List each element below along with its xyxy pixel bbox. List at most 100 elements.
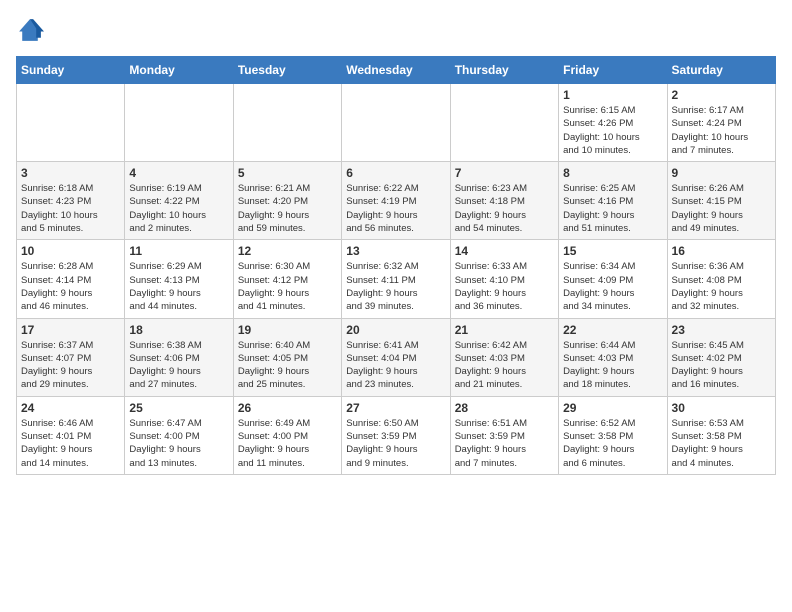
day-info: Sunrise: 6:41 AM Sunset: 4:04 PM Dayligh… [346,339,445,392]
day-number: 10 [21,244,120,258]
day-number: 19 [238,323,337,337]
calendar-cell [342,84,450,162]
day-info: Sunrise: 6:22 AM Sunset: 4:19 PM Dayligh… [346,182,445,235]
day-info: Sunrise: 6:18 AM Sunset: 4:23 PM Dayligh… [21,182,120,235]
day-info: Sunrise: 6:32 AM Sunset: 4:11 PM Dayligh… [346,260,445,313]
calendar-cell: 13 Sunrise: 6:32 AM Sunset: 4:11 PM Dayli… [342,240,450,318]
week-row-1: 1 Sunrise: 6:15 AM Sunset: 4:26 PM Daylig… [17,84,776,162]
day-number: 20 [346,323,445,337]
calendar-cell: 17 Sunrise: 6:37 AM Sunset: 4:07 PM Dayli… [17,318,125,396]
day-number: 14 [455,244,554,258]
calendar-cell [125,84,233,162]
day-number: 23 [672,323,771,337]
calendar-cell: 10Sunrise: 6:28 AM Sunset: 4:14 PM Dayli… [17,240,125,318]
day-info: Sunrise: 6:51 AM Sunset: 3:59 PM Dayligh… [455,417,554,470]
weekday-header-monday: Monday [125,57,233,84]
day-info: Sunrise: 6:53 AM Sunset: 3:58 PM Dayligh… [672,417,771,470]
day-number: 25 [129,401,228,415]
day-number: 30 [672,401,771,415]
calendar-cell: 29 Sunrise: 6:52 AM Sunset: 3:58 PM Dayli… [559,396,667,474]
calendar-cell: 11 Sunrise: 6:29 AM Sunset: 4:13 PM Dayli… [125,240,233,318]
page-header [16,16,776,44]
calendar-cell: 18 Sunrise: 6:38 AM Sunset: 4:06 PM Dayli… [125,318,233,396]
calendar-cell: 25 Sunrise: 6:47 AM Sunset: 4:00 PM Dayli… [125,396,233,474]
weekday-header-friday: Friday [559,57,667,84]
calendar-cell: 16 Sunrise: 6:36 AM Sunset: 4:08 PM Dayli… [667,240,775,318]
calendar-cell: 7 Sunrise: 6:23 AM Sunset: 4:18 PM Daylig… [450,162,558,240]
day-number: 24 [21,401,120,415]
day-info: Sunrise: 6:26 AM Sunset: 4:15 PM Dayligh… [672,182,771,235]
day-number: 18 [129,323,228,337]
day-number: 9 [672,166,771,180]
week-row-3: 10Sunrise: 6:28 AM Sunset: 4:14 PM Dayli… [17,240,776,318]
day-info: Sunrise: 6:38 AM Sunset: 4:06 PM Dayligh… [129,339,228,392]
calendar-cell [233,84,341,162]
weekday-header-row: SundayMondayTuesdayWednesdayThursdayFrid… [17,57,776,84]
logo [16,16,48,44]
calendar-cell: 22 Sunrise: 6:44 AM Sunset: 4:03 PM Dayli… [559,318,667,396]
day-info: Sunrise: 6:17 AM Sunset: 4:24 PM Dayligh… [672,104,771,157]
calendar-cell [17,84,125,162]
weekday-header-sunday: Sunday [17,57,125,84]
day-number: 16 [672,244,771,258]
calendar-cell: 24 Sunrise: 6:46 AM Sunset: 4:01 PM Dayli… [17,396,125,474]
day-number: 2 [672,88,771,102]
day-number: 15 [563,244,662,258]
calendar-cell: 1 Sunrise: 6:15 AM Sunset: 4:26 PM Daylig… [559,84,667,162]
day-number: 13 [346,244,445,258]
weekday-header-wednesday: Wednesday [342,57,450,84]
calendar-cell: 3 Sunrise: 6:18 AM Sunset: 4:23 PM Daylig… [17,162,125,240]
calendar-cell: 30 Sunrise: 6:53 AM Sunset: 3:58 PM Dayli… [667,396,775,474]
day-number: 6 [346,166,445,180]
day-number: 3 [21,166,120,180]
calendar-cell: 4 Sunrise: 6:19 AM Sunset: 4:22 PM Daylig… [125,162,233,240]
day-info: Sunrise: 6:47 AM Sunset: 4:00 PM Dayligh… [129,417,228,470]
day-number: 5 [238,166,337,180]
day-info: Sunrise: 6:52 AM Sunset: 3:58 PM Dayligh… [563,417,662,470]
day-number: 4 [129,166,228,180]
calendar-cell: 27Sunrise: 6:50 AM Sunset: 3:59 PM Dayli… [342,396,450,474]
day-info: Sunrise: 6:23 AM Sunset: 4:18 PM Dayligh… [455,182,554,235]
weekday-header-thursday: Thursday [450,57,558,84]
day-number: 1 [563,88,662,102]
day-info: Sunrise: 6:34 AM Sunset: 4:09 PM Dayligh… [563,260,662,313]
calendar-cell: 15 Sunrise: 6:34 AM Sunset: 4:09 PM Dayli… [559,240,667,318]
calendar-cell: 19Sunrise: 6:40 AM Sunset: 4:05 PM Dayli… [233,318,341,396]
day-info: Sunrise: 6:45 AM Sunset: 4:02 PM Dayligh… [672,339,771,392]
calendar-cell: 28 Sunrise: 6:51 AM Sunset: 3:59 PM Dayli… [450,396,558,474]
week-row-4: 17 Sunrise: 6:37 AM Sunset: 4:07 PM Dayli… [17,318,776,396]
day-info: Sunrise: 6:15 AM Sunset: 4:26 PM Dayligh… [563,104,662,157]
day-number: 21 [455,323,554,337]
day-info: Sunrise: 6:42 AM Sunset: 4:03 PM Dayligh… [455,339,554,392]
calendar-cell: 20 Sunrise: 6:41 AM Sunset: 4:04 PM Dayli… [342,318,450,396]
day-number: 29 [563,401,662,415]
day-number: 26 [238,401,337,415]
day-number: 11 [129,244,228,258]
day-info: Sunrise: 6:30 AM Sunset: 4:12 PM Dayligh… [238,260,337,313]
calendar-cell: 2 Sunrise: 6:17 AM Sunset: 4:24 PM Daylig… [667,84,775,162]
day-info: Sunrise: 6:29 AM Sunset: 4:13 PM Dayligh… [129,260,228,313]
calendar-cell: 5Sunrise: 6:21 AM Sunset: 4:20 PM Daylig… [233,162,341,240]
day-number: 17 [21,323,120,337]
day-number: 27 [346,401,445,415]
day-number: 28 [455,401,554,415]
day-info: Sunrise: 6:44 AM Sunset: 4:03 PM Dayligh… [563,339,662,392]
day-info: Sunrise: 6:49 AM Sunset: 4:00 PM Dayligh… [238,417,337,470]
calendar-cell: 23 Sunrise: 6:45 AM Sunset: 4:02 PM Dayli… [667,318,775,396]
calendar-cell [450,84,558,162]
calendar-cell: 6 Sunrise: 6:22 AM Sunset: 4:19 PM Daylig… [342,162,450,240]
day-info: Sunrise: 6:36 AM Sunset: 4:08 PM Dayligh… [672,260,771,313]
day-info: Sunrise: 6:37 AM Sunset: 4:07 PM Dayligh… [21,339,120,392]
weekday-header-tuesday: Tuesday [233,57,341,84]
day-number: 12 [238,244,337,258]
day-number: 8 [563,166,662,180]
day-info: Sunrise: 6:46 AM Sunset: 4:01 PM Dayligh… [21,417,120,470]
calendar-table: SundayMondayTuesdayWednesdayThursdayFrid… [16,56,776,475]
day-info: Sunrise: 6:25 AM Sunset: 4:16 PM Dayligh… [563,182,662,235]
calendar-cell: 26 Sunrise: 6:49 AM Sunset: 4:00 PM Dayli… [233,396,341,474]
day-number: 22 [563,323,662,337]
calendar-cell: 9 Sunrise: 6:26 AM Sunset: 4:15 PM Daylig… [667,162,775,240]
day-info: Sunrise: 6:19 AM Sunset: 4:22 PM Dayligh… [129,182,228,235]
day-info: Sunrise: 6:33 AM Sunset: 4:10 PM Dayligh… [455,260,554,313]
day-number: 7 [455,166,554,180]
